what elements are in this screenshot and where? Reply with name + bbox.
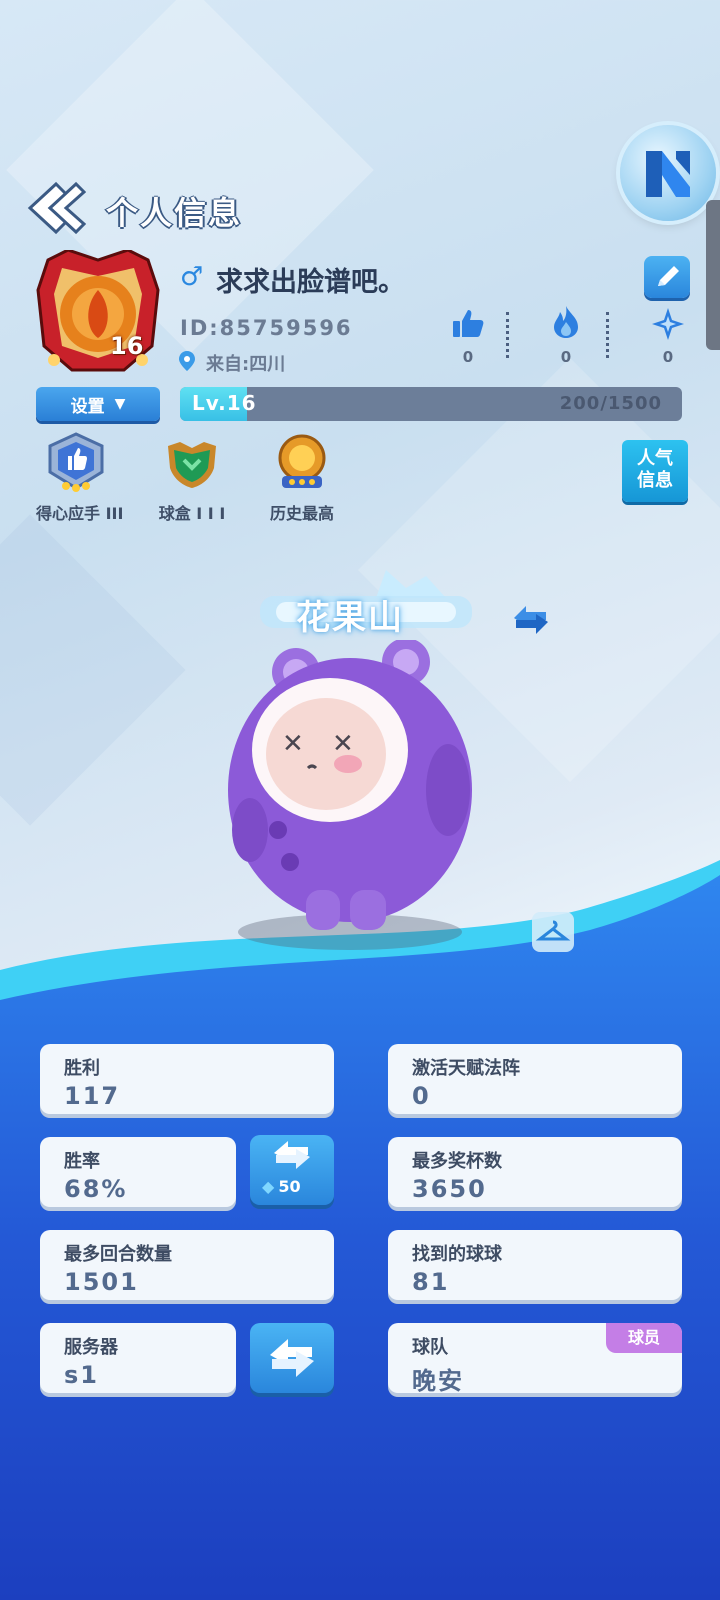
badge-history-best[interactable]: 历史最高 [262,432,342,524]
team-card[interactable]: 球队 晚安 球员 [388,1323,682,1395]
sparkle-star-icon[interactable] [650,306,686,342]
server-card: 服务器 s1 [40,1323,236,1393]
popularity-info-button[interactable]: 人气 信息 [622,440,688,502]
server-value: s1 [64,1361,99,1389]
character-model[interactable]: ✕ ✕ [220,640,490,960]
talent-value: 0 [412,1082,431,1110]
user-location: 来自:四川 [206,354,286,375]
card-label: 最多奖杯数 [412,1151,502,1172]
page-title: 个人信息 [106,194,243,232]
win-rate-card: 胜率 68% [40,1137,236,1207]
badge-ballbox[interactable]: 球盒 I I I [152,432,232,524]
wins-value: 117 [64,1082,121,1110]
side-panel-handle[interactable] [706,200,720,350]
star-count: 0 [662,348,674,366]
card-label: 胜利 [64,1058,100,1079]
card-label: 激活天赋法阵 [412,1058,520,1079]
edit-profile-button[interactable] [644,256,690,298]
settings-label: 设置 [70,396,105,417]
popularity-line2: 信息 [637,470,673,491]
win-rate-value: 68% [64,1175,128,1203]
user-id: ID:85759596 [180,316,353,340]
talent-card: 激活天赋法阵 0 [388,1044,682,1114]
player-title-text: 花果山 [296,598,404,638]
card-label: 球队 [412,1337,448,1358]
gold-medal-icon [278,434,326,488]
level-label: Lv.16 [192,391,257,415]
settings-dropdown-button[interactable]: 设置 ▼ [36,387,160,421]
badge-label: 历史最高 [269,504,334,523]
thumbs-up-shield-icon [48,432,104,492]
green-shield-icon [168,442,216,488]
badge-skill[interactable]: 得心应手 III [36,432,124,524]
card-label: 最多回合数量 [64,1244,172,1265]
diamond-icon: ◆ [262,1177,275,1196]
reset-cost: 50 [278,1177,301,1196]
experience-text: 200/1500 [559,393,662,414]
thumbs-up-icon[interactable] [450,306,486,342]
flame-icon[interactable] [548,304,584,340]
svg-text:✕: ✕ [282,729,304,759]
card-label: 胜率 [64,1151,100,1172]
trophies-value: 3650 [412,1175,487,1203]
divider [506,312,509,358]
username: 求求出脸谱吧。 [216,267,405,298]
hanger-icon [535,920,571,941]
male-gender-icon: ♂ [180,262,204,292]
card-label: 服务器 [64,1337,118,1358]
location-pin-icon [179,351,195,371]
balls-value: 81 [412,1268,450,1296]
badge-label: 球盒 I I I [158,504,226,523]
rounds-value: 1501 [64,1268,139,1296]
balls-card: 找到的球球 81 [388,1230,682,1300]
bg-decoration [0,514,186,826]
switch-arrows-icon [274,1141,310,1169]
switch-server-button[interactable] [250,1323,334,1393]
wardrobe-hanger-button[interactable] [532,912,574,952]
pencil-icon [658,266,679,286]
avatar-level-number: 16 [110,332,144,360]
badge-label: 得心应手 III [36,504,124,523]
reset-win-rate-button[interactable]: ◆ 50 [250,1135,334,1205]
role-badge: 球员 [606,1323,682,1353]
card-label: 找到的球球 [412,1244,502,1265]
likes-count: 0 [462,348,474,366]
app-logo-icon[interactable] [620,125,716,221]
switch-arrows-icon [270,1339,314,1377]
back-arrow-icon[interactable] [26,180,86,236]
svg-text:✕: ✕ [332,729,354,759]
fire-count: 0 [560,348,572,366]
switch-arrows-icon[interactable] [508,600,554,640]
trophies-card: 最多奖杯数 3650 [388,1137,682,1207]
level-progress-bar: Lv.16 200/1500 [180,387,682,421]
team-value: 晚安 [412,1367,464,1395]
rounds-card: 最多回合数量 1501 [40,1230,334,1300]
triangle-down-icon: ▼ [114,396,126,412]
wins-card: 胜利 117 [40,1044,334,1114]
popularity-line1: 人气 [637,448,673,469]
divider [606,312,609,358]
